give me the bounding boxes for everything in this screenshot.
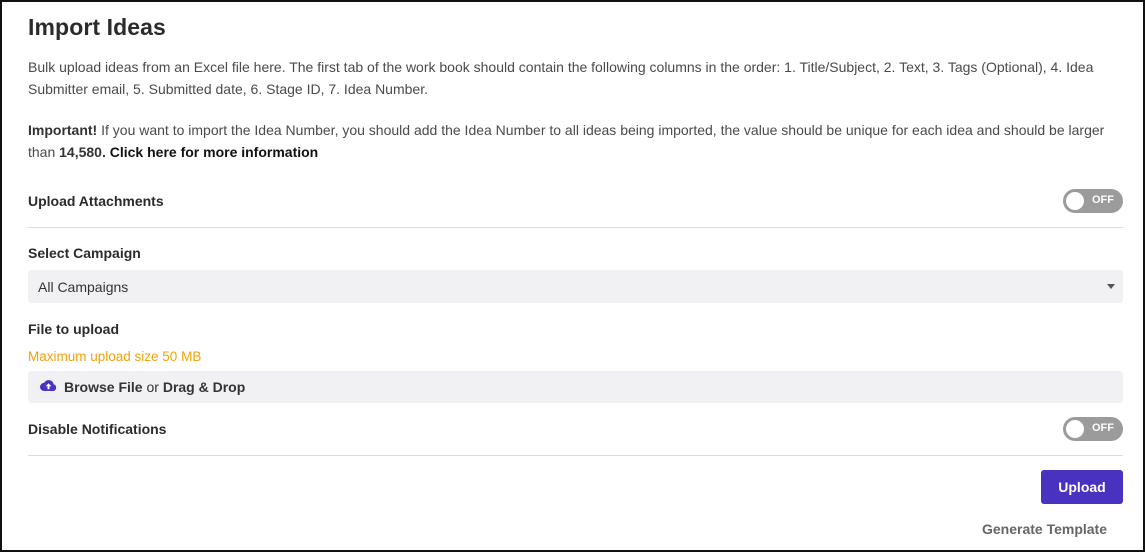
campaign-select-value: All Campaigns (38, 279, 129, 295)
disable-notifications-label: Disable Notifications (28, 421, 167, 437)
dropzone-or: or (142, 379, 163, 395)
toggle-knob (1066, 192, 1084, 210)
important-prefix: Important! (28, 122, 98, 138)
upload-attachments-label: Upload Attachments (28, 193, 164, 209)
drag-drop-label: Drag & Drop (162, 379, 246, 395)
import-ideas-panel: Import Ideas Bulk upload ideas from an E… (0, 0, 1145, 552)
campaign-select[interactable]: All Campaigns (28, 270, 1123, 303)
description-text: Bulk upload ideas from an Excel file her… (28, 59, 1094, 97)
max-upload-size-note: Maximum upload size 50 MB (28, 349, 202, 364)
generate-template-link[interactable]: Generate Template (982, 521, 1107, 537)
file-dropzone[interactable]: Browse File or Drag & Drop (28, 371, 1123, 403)
more-information-link[interactable]: Click here for more information (106, 144, 319, 160)
dropzone-text: Browse File or Drag & Drop (64, 379, 245, 395)
cloud-upload-icon (40, 380, 57, 391)
file-to-upload-label: File to upload (28, 321, 119, 337)
upload-button[interactable]: Upload (1041, 470, 1123, 504)
toggle-knob (1066, 420, 1084, 438)
browse-file-link[interactable]: Browse File (64, 379, 143, 395)
toggle-state-label: OFF (1092, 194, 1114, 206)
idea-number-threshold: 14,580. (59, 144, 106, 160)
divider (28, 227, 1123, 228)
important-note: Important! If you want to import the Ide… (28, 119, 1123, 163)
select-campaign-label: Select Campaign (28, 245, 141, 261)
disable-notifications-toggle[interactable]: OFF (1063, 417, 1123, 441)
upload-attachments-toggle[interactable]: OFF (1063, 189, 1123, 213)
caret-down-icon (1107, 284, 1115, 289)
toggle-state-label: OFF (1092, 422, 1114, 434)
divider (28, 455, 1123, 456)
page-title: Import Ideas (28, 14, 166, 40)
